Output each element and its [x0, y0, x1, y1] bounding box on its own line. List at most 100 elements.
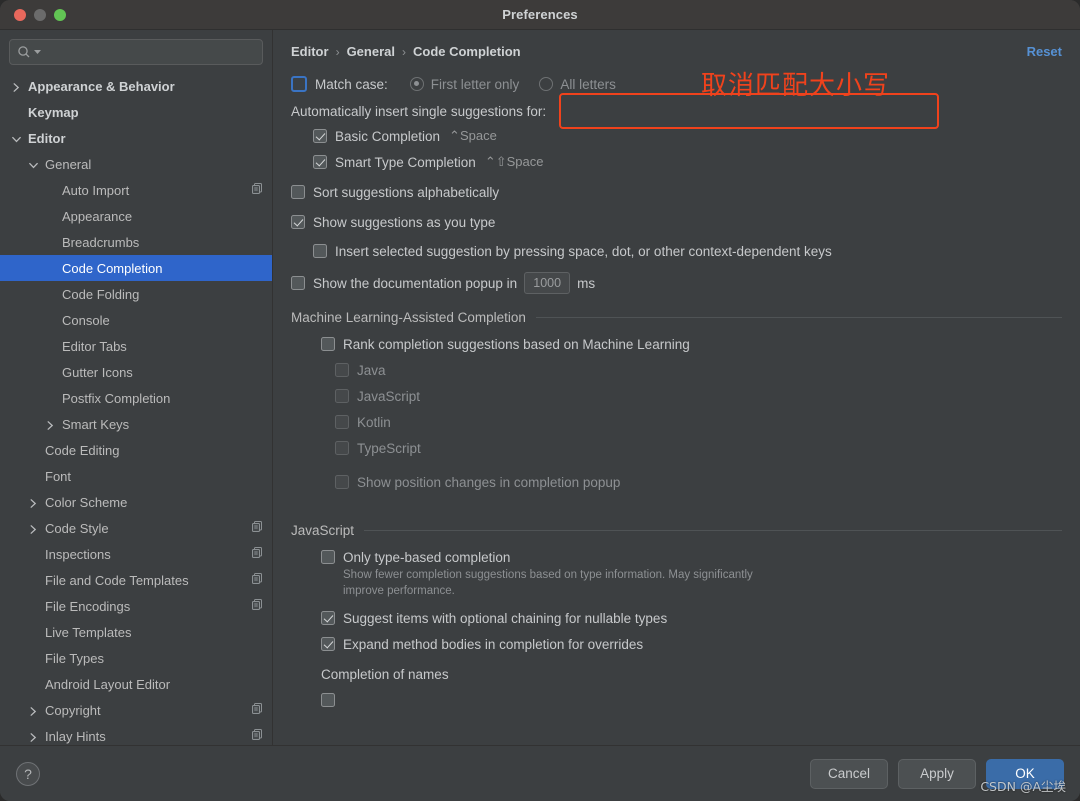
sidebar-item-smart-keys[interactable]: Smart Keys: [0, 411, 272, 437]
ml-rank-label: Rank completion suggestions based on Mac…: [343, 337, 690, 352]
sidebar-item-font[interactable]: Font: [0, 463, 272, 489]
sidebar-item-file-types[interactable]: File Types: [0, 645, 272, 671]
sidebar-item-live-templates[interactable]: Live Templates: [0, 619, 272, 645]
sidebar-item-label: Auto Import: [62, 183, 245, 198]
copy-settings-icon[interactable]: [251, 702, 264, 718]
apply-button[interactable]: Apply: [898, 759, 976, 789]
ml-javascript-checkbox[interactable]: [335, 389, 349, 403]
annotation-text: 取消匹配大小写: [701, 65, 890, 102]
sidebar-item-android-layout-editor[interactable]: Android Layout Editor: [0, 671, 272, 697]
insert-selected-checkbox[interactable]: [313, 244, 327, 258]
copy-settings-icon[interactable]: [251, 546, 264, 562]
sidebar-item-label: Font: [45, 469, 264, 484]
ok-button[interactable]: OK: [986, 759, 1064, 789]
ml-kotlin-checkbox[interactable]: [335, 415, 349, 429]
sidebar-item-file-encodings[interactable]: File Encodings: [0, 593, 272, 619]
ml-kotlin-label: Kotlin: [357, 415, 391, 430]
chevron-right-icon[interactable]: [46, 418, 58, 430]
match-case-label: Match case:: [315, 77, 388, 92]
completion-of-names-checkbox[interactable]: [321, 693, 335, 707]
chevron-down-icon[interactable]: [29, 158, 41, 170]
basic-completion-label: Basic Completion: [335, 129, 440, 144]
sidebar-item-label: Inspections: [45, 547, 245, 562]
search-box[interactable]: [9, 39, 263, 65]
settings-tree[interactable]: Appearance & Behavior Keymap Editor General…: [0, 71, 272, 745]
first-letter-only-radio[interactable]: [410, 77, 424, 91]
sidebar-item-keymap[interactable]: Keymap: [0, 99, 272, 125]
smart-type-completion-checkbox[interactable]: [313, 155, 327, 169]
chevron-right-icon[interactable]: [29, 496, 41, 508]
sidebar-item-code-completion[interactable]: Code Completion: [0, 255, 272, 281]
sidebar-item-label: Postfix Completion: [62, 391, 264, 406]
ml-language-row: TypeScript: [291, 435, 1062, 461]
auto-insert-label: Automatically insert single suggestions …: [291, 99, 1062, 123]
sort-alphabetically-checkbox[interactable]: [291, 185, 305, 199]
match-case-row: Match case: First letter only All letter…: [291, 69, 1062, 99]
reset-link[interactable]: Reset: [1027, 44, 1062, 59]
expand-method-checkbox[interactable]: [321, 637, 335, 651]
settings-panel: Editor › General › Code Completion Reset…: [273, 30, 1080, 745]
sidebar-item-editor[interactable]: Editor: [0, 125, 272, 151]
only-type-based-checkbox[interactable]: [321, 550, 335, 564]
sidebar-item-editor-tabs[interactable]: Editor Tabs: [0, 333, 272, 359]
chevron-right-icon[interactable]: [29, 730, 41, 742]
chevron-down-icon[interactable]: [12, 132, 24, 144]
doc-popup-checkbox[interactable]: [291, 276, 305, 290]
show-as-you-type-label: Show suggestions as you type: [313, 215, 495, 230]
expand-method-row: Expand method bodies in completion for o…: [291, 631, 1062, 657]
help-button[interactable]: ?: [16, 762, 40, 786]
sidebar-item-code-style[interactable]: Code Style: [0, 515, 272, 541]
sidebar-item-console[interactable]: Console: [0, 307, 272, 333]
sidebar-item-inlay-hints[interactable]: Inlay Hints: [0, 723, 272, 745]
sidebar-item-general[interactable]: General: [0, 151, 272, 177]
ml-show-position-checkbox[interactable]: [335, 475, 349, 489]
sidebar-item-code-folding[interactable]: Code Folding: [0, 281, 272, 307]
cancel-button[interactable]: Cancel: [810, 759, 888, 789]
copy-settings-icon[interactable]: [251, 182, 264, 198]
sidebar-item-appearance[interactable]: Appearance: [0, 203, 272, 229]
completion-of-names-row-cutoff: [291, 687, 1062, 713]
all-letters-radio[interactable]: [539, 77, 553, 91]
sidebar-item-file-and-code-templates[interactable]: File and Code Templates: [0, 567, 272, 593]
optional-chaining-checkbox[interactable]: [321, 611, 335, 625]
sidebar-item-postfix-completion[interactable]: Postfix Completion: [0, 385, 272, 411]
search-input[interactable]: [44, 44, 255, 60]
ml-rank-checkbox[interactable]: [321, 337, 335, 351]
settings-sidebar: Appearance & Behavior Keymap Editor General…: [0, 30, 273, 745]
copy-settings-icon[interactable]: [251, 520, 264, 536]
completion-of-names-label: Completion of names: [291, 661, 1062, 687]
sidebar-item-label: Inlay Hints: [45, 729, 245, 744]
basic-completion-checkbox[interactable]: [313, 129, 327, 143]
sidebar-item-copyright[interactable]: Copyright: [0, 697, 272, 723]
chevron-right-icon[interactable]: [12, 80, 24, 92]
chevron-right-icon[interactable]: [29, 704, 41, 716]
sidebar-item-label: Android Layout Editor: [45, 677, 264, 692]
sidebar-item-code-editing[interactable]: Code Editing: [0, 437, 272, 463]
sidebar-item-label: Editor: [28, 131, 264, 146]
sidebar-item-label: Color Scheme: [45, 495, 264, 510]
sidebar-item-label: Appearance & Behavior: [28, 79, 264, 94]
doc-popup-label: Show the documentation popup in: [313, 276, 517, 291]
chevron-right-icon[interactable]: [29, 522, 41, 534]
sidebar-item-appearance-behavior[interactable]: Appearance & Behavior: [0, 73, 272, 99]
match-case-checkbox[interactable]: [291, 76, 307, 92]
copy-settings-icon[interactable]: [251, 598, 264, 614]
ml-java-checkbox[interactable]: [335, 363, 349, 377]
sidebar-item-auto-import[interactable]: Auto Import: [0, 177, 272, 203]
ml-typescript-checkbox[interactable]: [335, 441, 349, 455]
breadcrumb-item-general[interactable]: General: [347, 44, 395, 59]
sidebar-item-breadcrumbs[interactable]: Breadcrumbs: [0, 229, 272, 255]
search-dropdown-icon[interactable]: [34, 49, 41, 56]
sidebar-item-gutter-icons[interactable]: Gutter Icons: [0, 359, 272, 385]
basic-completion-row: Basic Completion ⌃Space: [291, 123, 1062, 149]
search-icon: [17, 45, 31, 59]
first-letter-only-label: First letter only: [431, 77, 520, 92]
doc-popup-delay-input[interactable]: 1000: [524, 272, 570, 294]
breadcrumb-item-editor[interactable]: Editor: [291, 44, 329, 59]
sidebar-item-label: Code Completion: [62, 261, 264, 276]
copy-settings-icon[interactable]: [251, 572, 264, 588]
copy-settings-icon[interactable]: [251, 728, 264, 744]
show-as-you-type-checkbox[interactable]: [291, 215, 305, 229]
sidebar-item-inspections[interactable]: Inspections: [0, 541, 272, 567]
sidebar-item-color-scheme[interactable]: Color Scheme: [0, 489, 272, 515]
